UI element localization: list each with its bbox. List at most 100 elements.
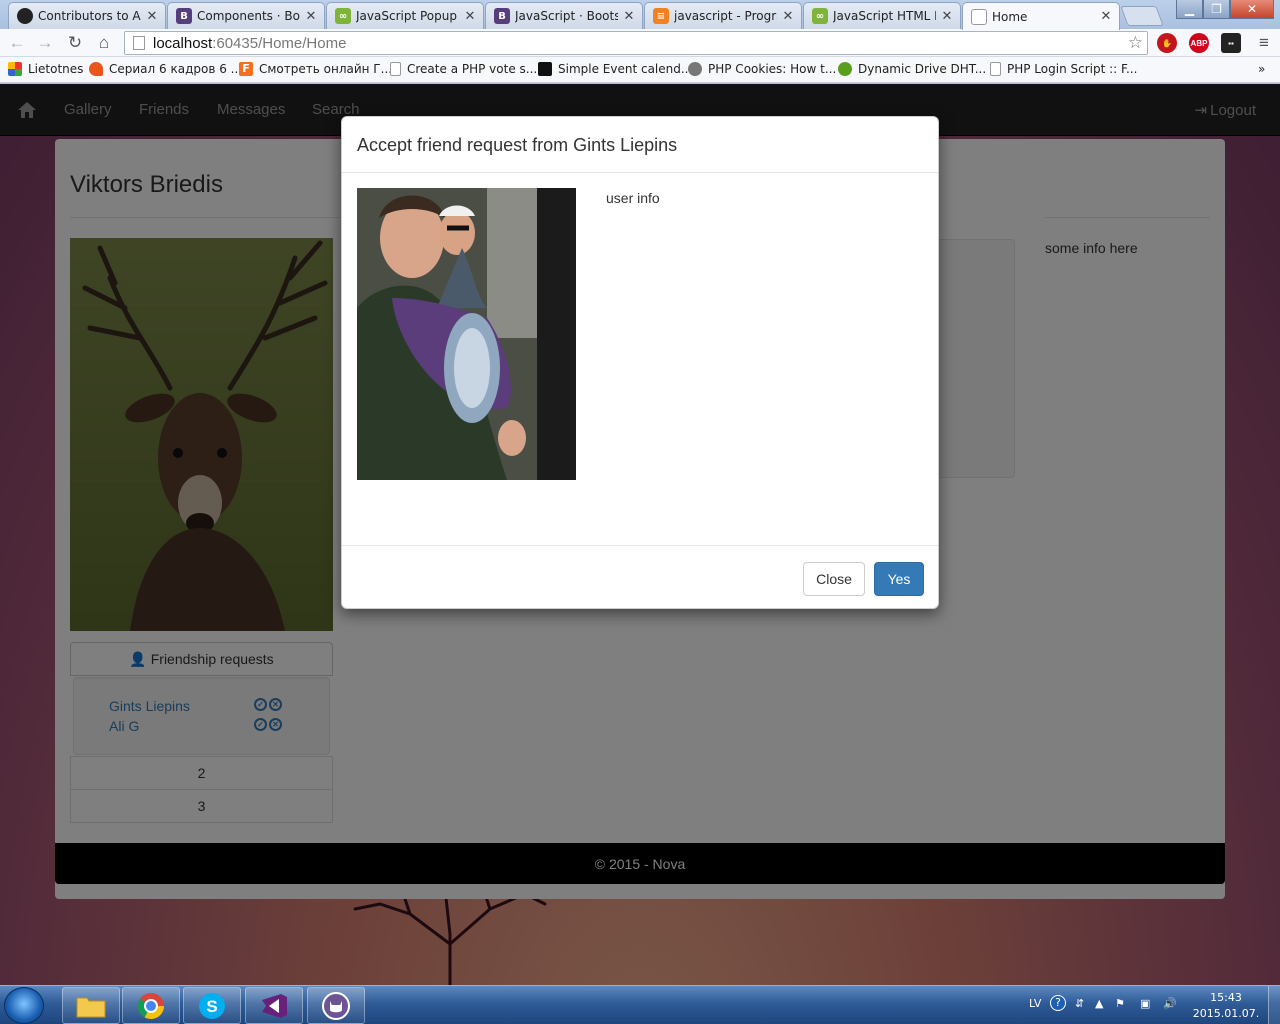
tab-label: Contributors to Artu (38, 9, 141, 23)
network-icon[interactable]: ▣ (1140, 997, 1150, 1010)
bookmarks-overflow-button[interactable]: » (1258, 62, 1265, 76)
browser-tab[interactable]: ∞ JavaScript Popup Bo ✕ (326, 2, 484, 29)
menu-icon[interactable]: ≡ (1253, 32, 1275, 54)
bookmark-label: Смотреть онлайн Г... (259, 62, 393, 76)
bookmark-label: PHP Cookies: How t... (708, 62, 837, 76)
windows-taskbar: S LV ? ⇵ ▲ ⚑ ▣ 🔊 15:43 2015.01.07. (0, 985, 1280, 1024)
browser-toolbar: ← → ↻ ⌂ localhost:60435/Home/Home ☆ ✋ AB… (0, 29, 1280, 57)
bookmark-label: PHP Login Script :: F... (1007, 62, 1138, 76)
address-bar[interactable]: localhost:60435/Home/Home ☆ (124, 31, 1148, 55)
bookmark-item[interactable]: Lietotnes (8, 62, 83, 76)
browser-tab[interactable]: ≡ javascript - Program ✕ (644, 2, 802, 29)
bookmark-label: Dynamic Drive DHT... (858, 62, 987, 76)
jsfiddle-icon: ∞ (812, 8, 828, 24)
show-hidden-icons[interactable]: ▲ (1095, 997, 1103, 1010)
url-host: localhost (153, 34, 213, 52)
window-close-button[interactable]: ✕ (1230, 0, 1274, 19)
yes-button[interactable]: Yes (874, 562, 924, 596)
flame-icon (89, 62, 103, 76)
requester-photo (357, 188, 576, 480)
close-button[interactable]: Close (803, 562, 865, 596)
url-path: :60435/Home/Home (212, 34, 347, 52)
volume-icon[interactable]: 🔊 (1163, 997, 1177, 1010)
adblock-plus-icon[interactable]: ABP (1189, 33, 1209, 53)
clock-date: 2015.01.07. (1192, 1007, 1260, 1020)
bookmark-item[interactable]: Сериал 6 кадров 6 ... (89, 62, 242, 76)
close-icon[interactable]: ✕ (1099, 9, 1113, 24)
user-info: user info (606, 190, 660, 206)
f-icon: F (239, 62, 253, 76)
browser-tab[interactable]: ∞ JavaScript HTML DO ✕ (803, 2, 961, 29)
browser-tab[interactable]: B JavaScript · Bootstra ✕ (485, 2, 643, 29)
chrome-icon (137, 992, 165, 1019)
start-button[interactable] (4, 987, 44, 1024)
minimize-button[interactable]: ▁ (1176, 0, 1203, 19)
bookmark-star-icon[interactable]: ☆ (1128, 33, 1143, 53)
close-icon[interactable]: ✕ (145, 9, 159, 24)
stackoverflow-icon: ≡ (653, 8, 669, 24)
close-icon[interactable]: ✕ (940, 9, 954, 24)
home-icon[interactable]: ⌂ (93, 32, 115, 54)
close-icon[interactable]: ✕ (463, 9, 477, 24)
skype-task[interactable]: S (183, 987, 241, 1024)
calendar-icon (538, 62, 552, 76)
browser-tab[interactable]: Contributors to Artu ✕ (8, 2, 166, 29)
bookmark-item[interactable]: PHP Login Script :: F... (990, 62, 1137, 76)
back-icon[interactable]: ← (6, 32, 28, 54)
friend-request-modal: Accept friend request from Gints Liepins… (341, 116, 939, 609)
help-icon[interactable]: ? (1050, 995, 1066, 1011)
folder-icon (76, 997, 106, 1017)
github-icon (17, 8, 33, 24)
github-task[interactable] (307, 987, 365, 1024)
bootstrap-icon: B (176, 8, 192, 24)
page-icon (971, 8, 987, 25)
bootstrap-icon: B (494, 8, 510, 24)
tab-label: Components · Boots (197, 9, 300, 23)
bookmark-item[interactable]: PHP Cookies: How t... (688, 62, 836, 76)
explorer-task[interactable] (62, 987, 120, 1024)
extension-icon[interactable]: ▪▪ (1221, 33, 1241, 53)
browser-tab[interactable]: B Components · Boots ✕ (167, 2, 325, 29)
bookmark-label: Lietotnes (28, 62, 84, 76)
visual-studio-task[interactable] (245, 987, 303, 1024)
page-icon (390, 62, 401, 76)
bookmark-item[interactable]: Dynamic Drive DHT... (838, 62, 986, 76)
tab-label: Home (992, 9, 1028, 24)
browser-tab-active[interactable]: Home ✕ (962, 2, 1120, 30)
reload-icon[interactable]: ↻ (64, 32, 86, 54)
tab-label: JavaScript · Bootstra (515, 9, 618, 23)
bookmark-label: Create a PHP vote s... (407, 62, 538, 76)
forward-icon[interactable]: → (34, 32, 56, 54)
clock-time: 15:43 (1210, 991, 1242, 1004)
jsfiddle-icon: ∞ (335, 8, 351, 24)
chrome-task[interactable] (122, 987, 180, 1024)
bookmarks-bar: Lietotnes Сериал 6 кадров 6 ... F Смотрет… (0, 57, 1280, 83)
show-desktop-button[interactable] (1268, 986, 1280, 1024)
modal-footer: Close Yes (342, 545, 938, 609)
skype-icon: S (199, 992, 225, 1019)
svg-text:S: S (206, 997, 217, 1016)
page-icon (133, 36, 145, 50)
keyboard-icon[interactable]: ⇵ (1075, 997, 1084, 1010)
bookmark-item[interactable]: F Смотреть онлайн Г... (239, 62, 392, 76)
close-icon[interactable]: ✕ (304, 9, 318, 24)
github-cat-icon (322, 991, 350, 1020)
restore-button[interactable]: ❐ (1203, 0, 1230, 19)
tab-label: JavaScript Popup Bo (356, 9, 459, 23)
bookmark-label: Simple Event calend... (558, 62, 693, 76)
language-indicator[interactable]: LV (1029, 997, 1041, 1010)
modal-title: Accept friend request from Gints Liepins (357, 135, 678, 155)
tab-label: JavaScript HTML DO (833, 9, 936, 23)
bookmark-item[interactable]: Simple Event calend... (538, 62, 692, 76)
flag-icon[interactable]: ⚑ (1115, 997, 1125, 1010)
clock[interactable]: 15:43 2015.01.07. (1188, 990, 1264, 1022)
new-tab-button[interactable] (1120, 6, 1164, 26)
adblock-stop-icon[interactable]: ✋ (1157, 33, 1177, 53)
tab-label: javascript - Program (674, 9, 777, 23)
close-icon[interactable]: ✕ (622, 9, 636, 24)
bookmark-item[interactable]: Create a PHP vote s... (390, 62, 537, 76)
cookie-icon (688, 62, 702, 76)
modal-header: Accept friend request from Gints Liepins (342, 117, 938, 173)
close-icon[interactable]: ✕ (781, 9, 795, 24)
bookmark-label: Сериал 6 кадров 6 ... (109, 62, 243, 76)
